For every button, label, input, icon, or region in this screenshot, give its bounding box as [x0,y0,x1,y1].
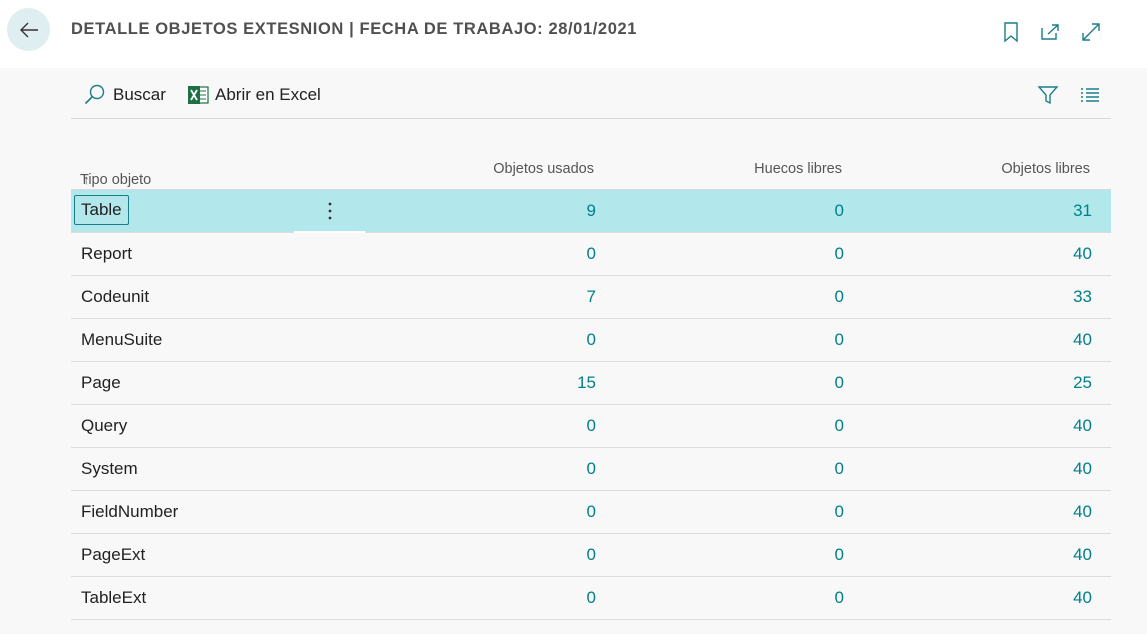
cell-used[interactable]: 0 [587,244,596,264]
table-row[interactable]: FieldNumber 0 0 40 [71,491,1111,534]
cell-gaps[interactable]: 0 [835,588,844,608]
cell-free[interactable]: 40 [1073,459,1092,479]
cell-gaps[interactable]: 0 [835,502,844,522]
open-new-window-icon [1041,24,1059,40]
expand-icon [1082,23,1100,41]
cell-gaps[interactable]: 0 [835,373,844,393]
objects-grid: Tipo objeto ↑ Objetos usados Huecos libre… [71,150,1111,620]
cell-used[interactable]: 0 [587,588,596,608]
cell-used[interactable]: 7 [587,287,596,307]
table-row[interactable]: PageExt 0 0 40 [71,534,1111,577]
table-row[interactable]: Codeunit 7 0 33 [71,276,1111,319]
cell-free[interactable]: 33 [1073,287,1092,307]
table-row[interactable]: System 0 0 40 [71,448,1111,491]
cell-free[interactable]: 40 [1073,416,1092,436]
cell-type[interactable]: Query [81,416,127,436]
cell-type[interactable]: MenuSuite [81,330,162,350]
cell-gaps[interactable]: 0 [835,244,844,264]
table-row[interactable]: Page 15 0 25 [71,362,1111,405]
list-view-button[interactable] [1077,82,1103,108]
table-row[interactable]: Query 0 0 40 [71,405,1111,448]
filter-icon [1037,86,1059,105]
table-row[interactable]: MenuSuite 0 0 40 [71,319,1111,362]
table-row[interactable]: Report 0 0 40 [71,233,1111,276]
search-label: Buscar [113,85,166,104]
cell-used[interactable]: 0 [587,459,596,479]
filter-button[interactable] [1035,82,1061,108]
open-in-excel-button[interactable]: Abrir en Excel [187,82,321,108]
cell-free[interactable]: 31 [1073,201,1092,221]
cell-used[interactable]: 0 [587,545,596,565]
bookmark-button[interactable] [999,20,1023,44]
row-actions-button[interactable] [321,198,339,224]
action-bar: Buscar Abrir en Excel [71,70,1111,119]
more-vertical-icon [328,202,332,220]
arrow-left-icon [19,22,38,37]
cell-type[interactable]: PageExt [81,545,145,565]
table-row[interactable]: Table 9 0 31 [71,190,1111,233]
page-title: DETALLE OBJETOS EXTESNION | FECHA DE TRA… [71,20,638,38]
cell-used[interactable]: 15 [577,373,596,393]
expand-button[interactable] [1079,20,1103,44]
open-in-excel-label: Abrir en Excel [215,85,321,104]
cell-free[interactable]: 40 [1073,330,1092,350]
cell-free[interactable]: 25 [1073,373,1092,393]
page-header: DETALLE OBJETOS EXTESNION | FECHA DE TRA… [0,0,1147,68]
back-button[interactable] [7,8,50,51]
cell-type[interactable]: Report [81,244,132,264]
cell-type[interactable]: Page [81,373,121,393]
cell-gaps[interactable]: 0 [835,545,844,565]
grid-header: Tipo objeto ↑ Objetos usados Huecos libre… [71,150,1111,190]
cell-used[interactable]: 0 [587,416,596,436]
table-row[interactable]: TableExt 0 0 40 [71,577,1111,620]
list-view-icon [1081,88,1099,102]
bookmark-icon [1004,22,1018,43]
search-icon [84,84,105,105]
open-new-window-button[interactable] [1038,20,1062,44]
cell-gaps[interactable]: 0 [835,287,844,307]
cell-gaps[interactable]: 0 [835,459,844,479]
cell-used[interactable]: 0 [587,502,596,522]
search-button[interactable]: Buscar [83,82,166,108]
cell-type[interactable]: TableExt [81,588,146,608]
cell-free[interactable]: 40 [1073,244,1092,264]
cell-free[interactable]: 40 [1073,502,1092,522]
cell-gaps[interactable]: 0 [835,201,844,221]
cell-type[interactable]: Codeunit [81,287,149,307]
cell-type[interactable]: System [81,459,138,479]
cell-used[interactable]: 9 [587,201,596,221]
column-header-free[interactable]: Objetos libres [1001,161,1090,177]
cell-gaps[interactable]: 0 [835,330,844,350]
excel-icon [188,86,209,104]
cell-free[interactable]: 40 [1073,588,1092,608]
cell-free[interactable]: 40 [1073,545,1092,565]
cell-gaps[interactable]: 0 [835,416,844,436]
cell-type[interactable]: Table [74,195,129,225]
cell-used[interactable]: 0 [587,330,596,350]
cell-type[interactable]: FieldNumber [81,502,178,522]
sort-ascending-icon: ↑ [83,172,90,187]
column-header-gaps[interactable]: Huecos libres [754,161,842,177]
column-header-used[interactable]: Objetos usados [493,161,594,177]
